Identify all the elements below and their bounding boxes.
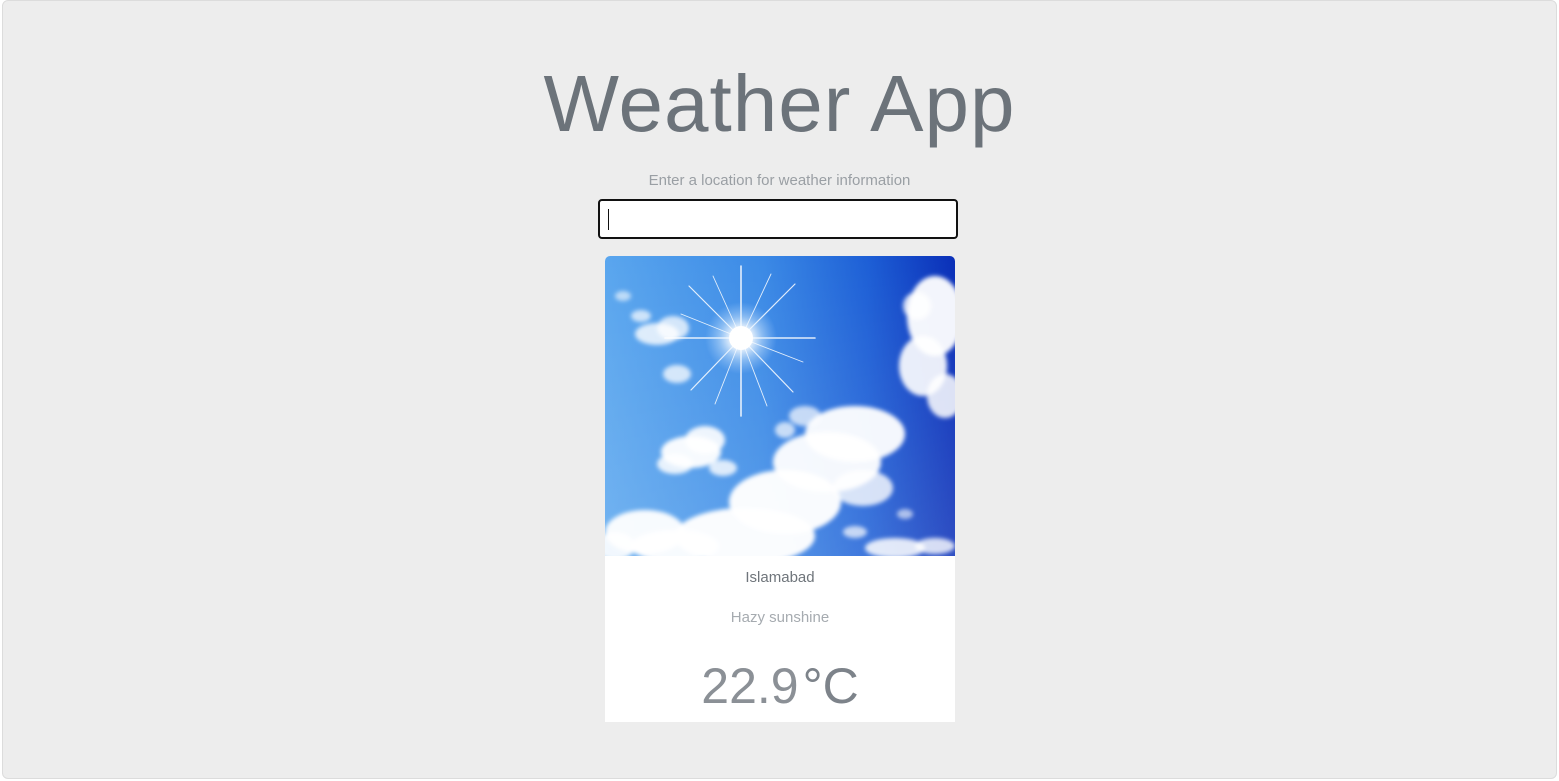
temperature-value: 22.9: [701, 658, 799, 714]
page-title: Weather App: [543, 59, 1016, 148]
location-search-input[interactable]: [598, 199, 958, 239]
temperature-unit: °C: [802, 658, 859, 714]
city-name: Islamabad: [745, 569, 815, 586]
weather-card: Islamabad Hazy sunshine 22.9°C: [605, 256, 955, 722]
text-caret: [608, 209, 609, 230]
temperature-display: 22.9°C: [605, 654, 955, 722]
search-label: Enter a location for weather information: [648, 172, 911, 189]
sunny-sky-image: [605, 256, 955, 556]
weather-condition: Hazy sunshine: [730, 609, 830, 626]
